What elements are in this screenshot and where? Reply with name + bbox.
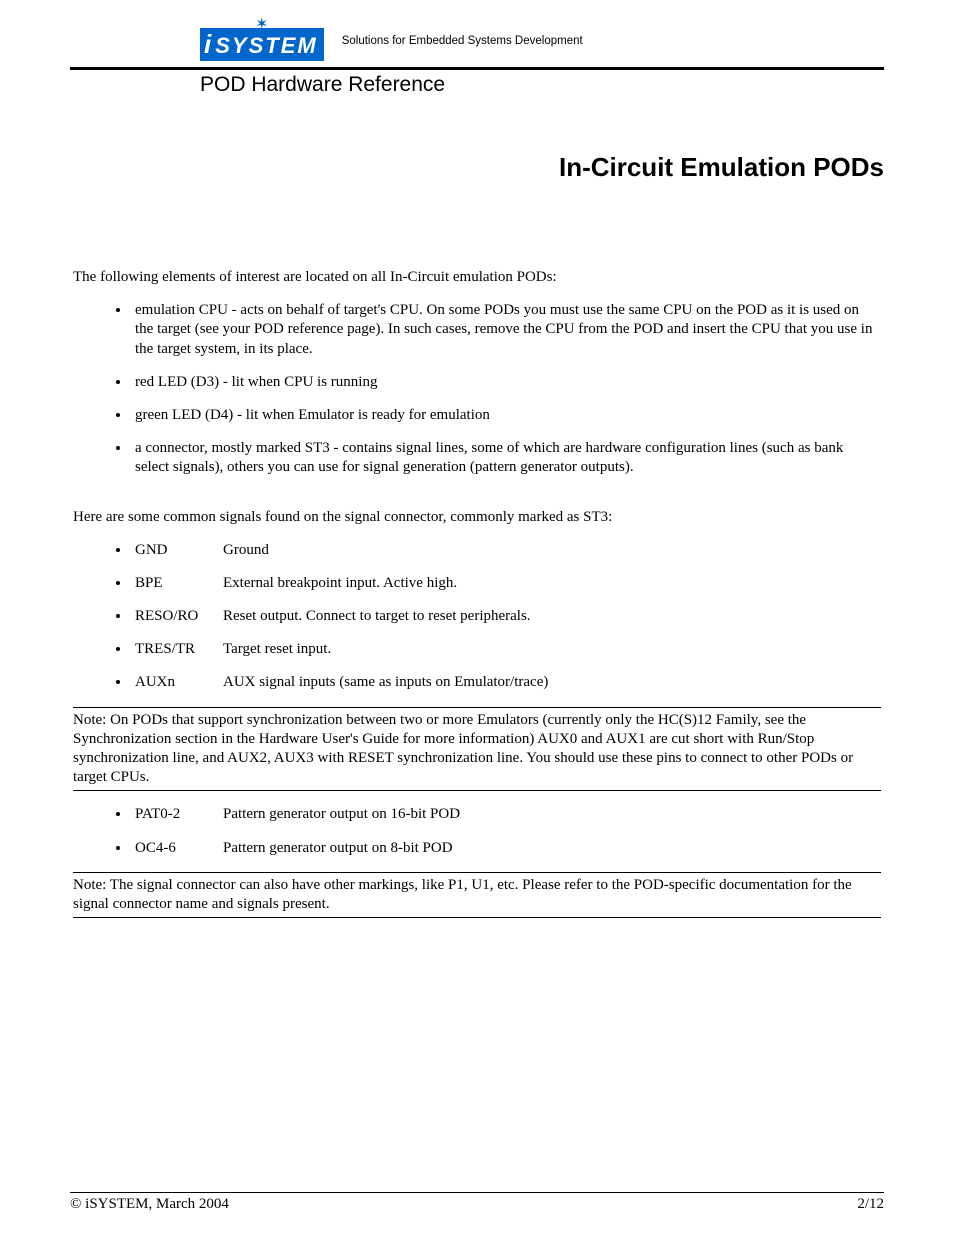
signal-name: GND xyxy=(135,541,223,560)
signal-desc: Pattern generator output on 16-bit POD xyxy=(223,805,460,824)
signal-desc: AUX signal inputs (same as inputs on Emu… xyxy=(223,673,548,692)
footer-copyright: © iSYSTEM, March 2004 xyxy=(70,1196,229,1213)
footer-page-number: 2/12 xyxy=(857,1196,884,1213)
footer: © iSYSTEM, March 2004 2/12 xyxy=(70,1192,884,1213)
signal-name: AUXn xyxy=(135,673,223,692)
main-title: In-Circuit Emulation PODs xyxy=(70,152,884,183)
signals-list-2: PAT0-2Pattern generator output on 16-bit… xyxy=(73,805,881,857)
list-item: AUXnAUX signal inputs (same as inputs on… xyxy=(131,673,881,692)
header: ✶ i SYSTEM Solutions for Embedded System… xyxy=(70,20,884,61)
signal-name: OC4-6 xyxy=(135,839,223,858)
signal-desc: Reset output. Connect to target to reset… xyxy=(223,607,531,626)
signal-desc: External breakpoint input. Active high. xyxy=(223,574,457,593)
list-item: red LED (D3) - lit when CPU is running xyxy=(131,373,881,392)
signals-intro: Here are some common signals found on th… xyxy=(73,508,881,527)
header-rule xyxy=(70,67,884,70)
logo: ✶ i SYSTEM xyxy=(200,20,324,61)
list-item: BPEExternal breakpoint input. Active hig… xyxy=(131,574,881,593)
logo-i: i xyxy=(204,29,213,60)
logo-box: i SYSTEM xyxy=(200,28,324,61)
list-item: green LED (D4) - lit when Emulator is re… xyxy=(131,406,881,425)
elements-list: emulation CPU - acts on behalf of target… xyxy=(73,301,881,477)
tagline: Solutions for Embedded Systems Developme… xyxy=(342,35,583,47)
intro-paragraph: The following elements of interest are l… xyxy=(73,268,881,287)
list-item: RESO/ROReset output. Connect to target t… xyxy=(131,607,881,626)
logo-text: SYSTEM xyxy=(215,33,317,59)
list-item: emulation CPU - acts on behalf of target… xyxy=(131,301,881,359)
list-item: OC4-6Pattern generator output on 8-bit P… xyxy=(131,839,881,858)
signal-name: BPE xyxy=(135,574,223,593)
signal-desc: Pattern generator output on 8-bit POD xyxy=(223,839,453,858)
note-box-1: Note: On PODs that support synchronizati… xyxy=(73,707,881,792)
content: The following elements of interest are l… xyxy=(70,268,884,918)
signal-name: RESO/RO xyxy=(135,607,223,626)
signal-desc: Target reset input. xyxy=(223,640,331,659)
page-subtitle: POD Hardware Reference xyxy=(200,73,884,97)
list-item: a connector, mostly marked ST3 - contain… xyxy=(131,439,881,477)
note-box-2: Note: The signal connector can also have… xyxy=(73,872,881,918)
list-item: GNDGround xyxy=(131,541,881,560)
document-page: ✶ i SYSTEM Solutions for Embedded System… xyxy=(0,0,954,1235)
signal-name: PAT0-2 xyxy=(135,805,223,824)
footer-rule xyxy=(70,1192,884,1193)
signal-name: TRES/TR xyxy=(135,640,223,659)
signal-desc: Ground xyxy=(223,541,269,560)
list-item: PAT0-2Pattern generator output on 16-bit… xyxy=(131,805,881,824)
list-item: TRES/TRTarget reset input. xyxy=(131,640,881,659)
signals-list-1: GNDGround BPEExternal breakpoint input. … xyxy=(73,541,881,693)
